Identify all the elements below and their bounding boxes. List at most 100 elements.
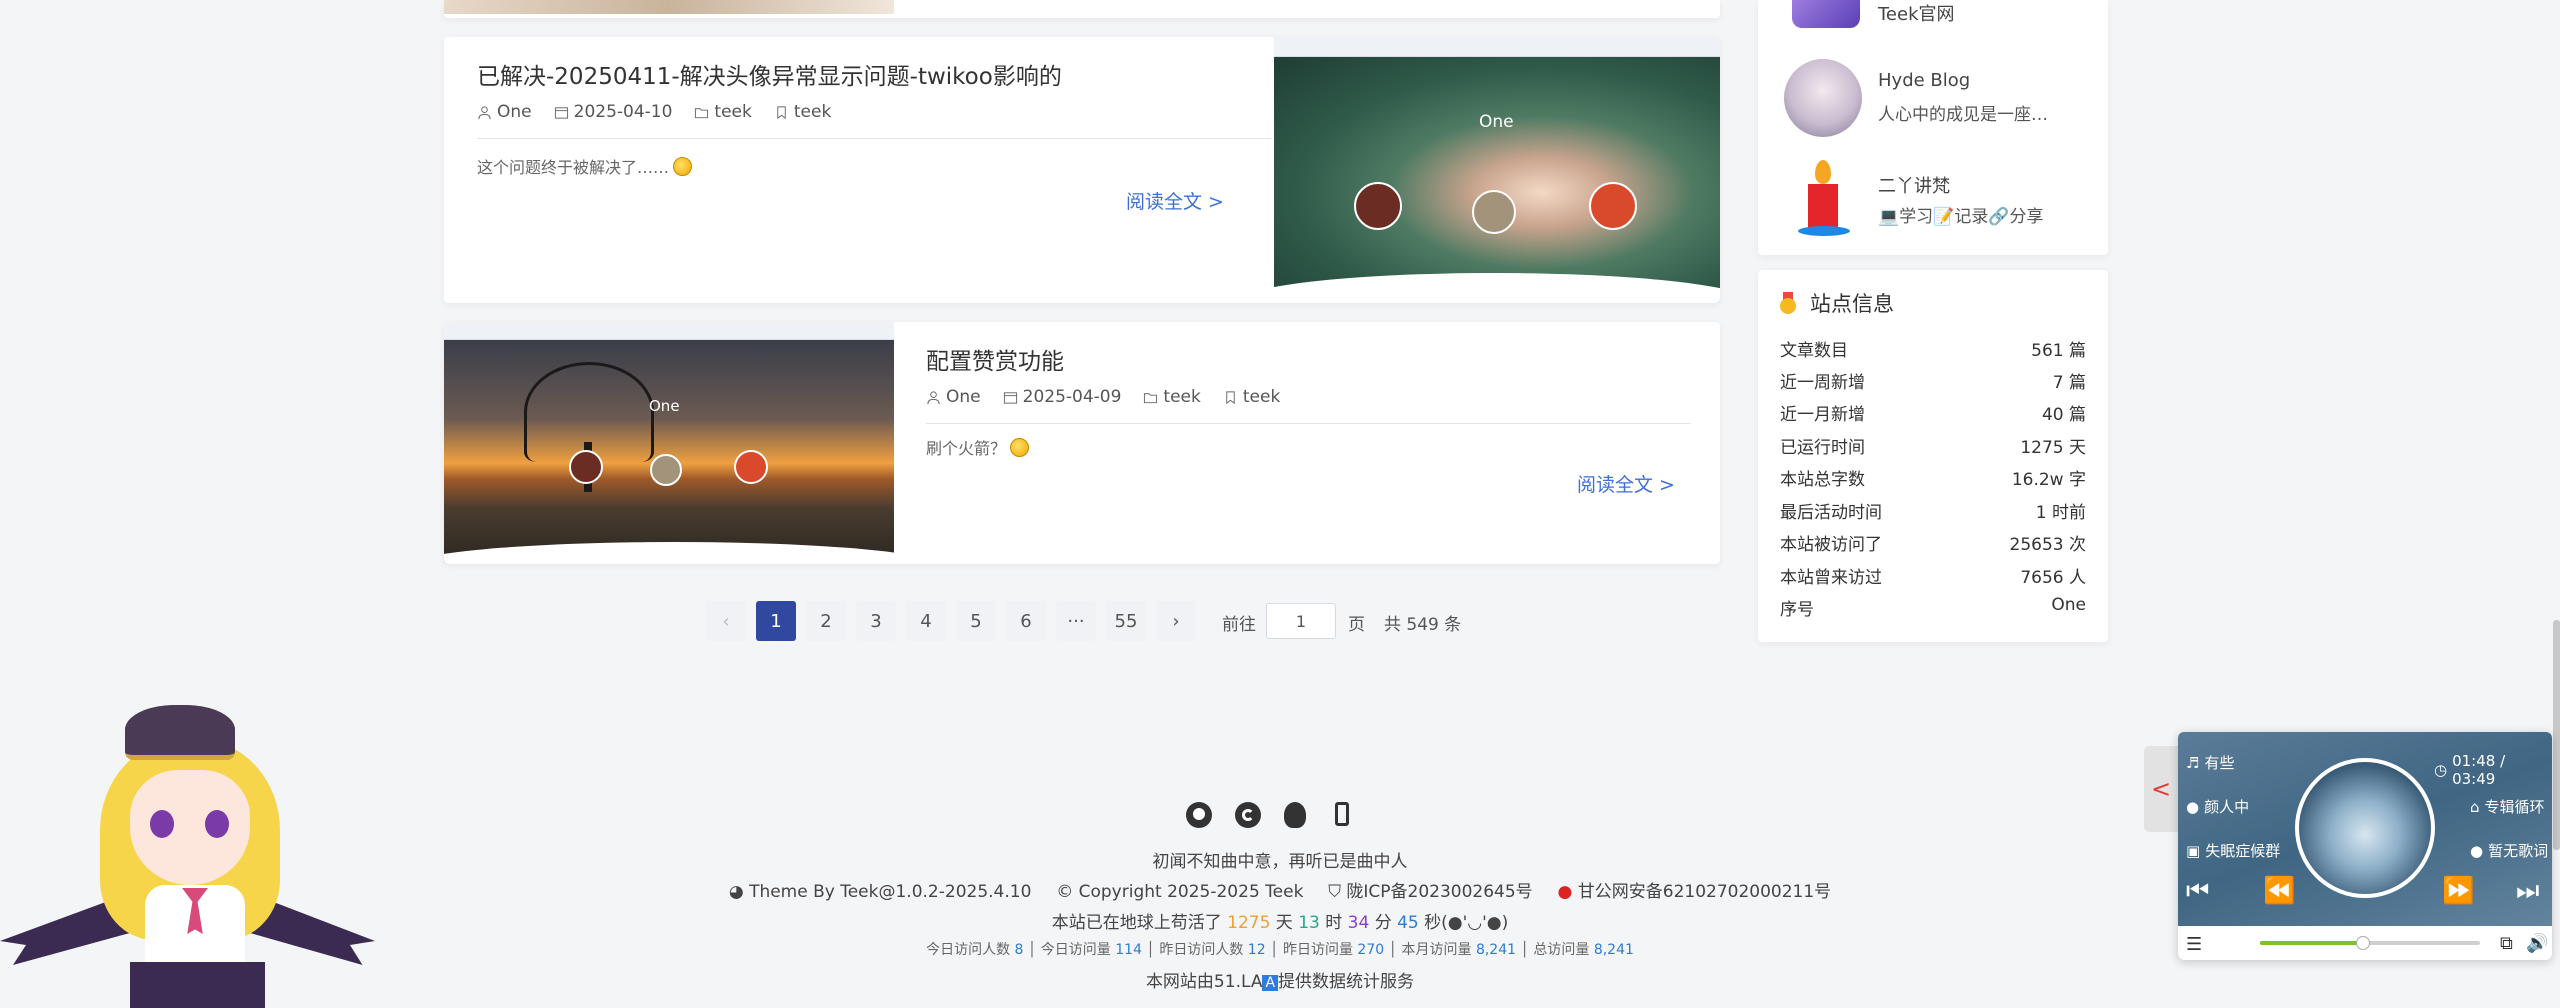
scrollbar-thumb[interactable] bbox=[2553, 620, 2560, 850]
play-mode-button[interactable]: ⌂ 专辑循环 bbox=[2470, 796, 2545, 817]
friend-name[interactable]: Hyde Blog bbox=[1878, 70, 1970, 91]
friend-avatar[interactable] bbox=[1784, 59, 1862, 137]
thumbnail-title: One bbox=[649, 397, 680, 415]
thumbnail-avatar bbox=[650, 454, 682, 486]
site-info-title: 站点信息 bbox=[1810, 292, 1894, 316]
site-info-row: 本站总字数 16.2w 字 bbox=[1780, 470, 2086, 490]
skip-back-button[interactable]: ⏮ bbox=[2186, 876, 2209, 907]
copyright-icon: © bbox=[1056, 882, 1074, 902]
friend-name[interactable]: Teek官网 bbox=[1878, 0, 1955, 26]
candle-body bbox=[1808, 184, 1838, 228]
user-icon bbox=[927, 390, 940, 404]
stat: 今日访问人数 8 bbox=[926, 942, 1024, 958]
rewind-button[interactable]: ⏪ bbox=[2263, 876, 2295, 906]
progress-knob[interactable] bbox=[2356, 936, 2371, 950]
candle-base bbox=[1798, 226, 1850, 236]
mascot-character[interactable] bbox=[0, 700, 380, 1008]
page-button[interactable]: 3 bbox=[856, 601, 896, 641]
footer-stats-provider: 本网站由51.LA A 提供数据统计服务 bbox=[0, 967, 2560, 992]
candle-avatar[interactable] bbox=[1798, 160, 1850, 240]
more-pages-button[interactable]: ··· bbox=[1056, 601, 1096, 641]
site-info-row: 已运行时间 1275 天 bbox=[1780, 438, 2086, 458]
site-info-row: 近一月新增 40 篇 bbox=[1780, 405, 2086, 425]
page-button[interactable]: 55 bbox=[1106, 601, 1146, 641]
post-author[interactable]: One bbox=[926, 387, 981, 407]
page-button[interactable]: 1 bbox=[756, 601, 796, 641]
stat: 本月访问量 8,241 bbox=[1401, 942, 1517, 958]
album-cover[interactable] bbox=[2295, 758, 2435, 898]
post-category[interactable]: teek bbox=[1143, 387, 1201, 407]
read-more-link[interactable]: 阅读全文 > bbox=[1577, 470, 1675, 497]
gitee-icon[interactable] bbox=[1235, 802, 1261, 828]
candle-flame-icon bbox=[1815, 160, 1831, 184]
runtime-days-unit: 天 bbox=[1275, 913, 1293, 933]
post-tag[interactable]: teek bbox=[774, 102, 831, 122]
page-button[interactable]: 5 bbox=[956, 601, 996, 641]
runtime-minutes-unit: 分 bbox=[1374, 913, 1392, 933]
stat: 今日访问量 114 bbox=[1040, 942, 1142, 958]
next-page-button[interactable]: › bbox=[1156, 601, 1196, 641]
folder-icon bbox=[1144, 392, 1158, 403]
friend-name[interactable]: 二丫讲梵 bbox=[1878, 172, 1950, 198]
prev-page-button[interactable]: ‹ bbox=[706, 601, 746, 641]
lyrics-button[interactable]: ● 暂无歌词 bbox=[2470, 840, 2548, 861]
page-button[interactable]: 6 bbox=[1006, 601, 1046, 641]
site-info-row: 近一周新增 7 篇 bbox=[1780, 373, 2086, 393]
post-card: One 配置赞赏功能 One 2025-04-09 teek teek 刷个火箭… bbox=[444, 322, 1720, 564]
runtime-seconds: 45 bbox=[1397, 913, 1419, 933]
album-icon: ▣ bbox=[2186, 841, 2201, 860]
thumbnail-browser-bar bbox=[1274, 37, 1720, 57]
post-card: 已解决-20250411-解决头像异常显示问题-twikoo影响的 One 20… bbox=[444, 37, 1720, 303]
fast-forward-button[interactable]: ⏩ bbox=[2442, 876, 2474, 906]
phone-icon[interactable] bbox=[1335, 802, 1349, 826]
police-link[interactable]: 甘公网安备62102702000211号 bbox=[1578, 882, 1831, 902]
post-category[interactable]: teek bbox=[694, 102, 752, 122]
post-title[interactable]: 配置赞赏功能 bbox=[926, 342, 1064, 376]
mascot-face bbox=[130, 770, 250, 885]
icp-link[interactable]: 陇ICP备2023002645号 bbox=[1346, 882, 1532, 902]
friend-avatar[interactable] bbox=[1792, 0, 1860, 28]
read-more-link[interactable]: 阅读全文 > bbox=[1126, 187, 1224, 214]
clock-icon: ◷ bbox=[2434, 761, 2448, 779]
la-badge-icon[interactable]: A bbox=[1262, 975, 1279, 991]
post-title[interactable]: 已解决-20250411-解决头像异常显示问题-twikoo影响的 bbox=[477, 57, 1062, 91]
goto-page-input[interactable] bbox=[1266, 603, 1336, 639]
post-excerpt: 刷个火箭？ bbox=[926, 435, 1030, 459]
footer-visit-stats: 今日访问人数 8 │ 今日访问量 114 │ 昨日访问人数 12 │ 昨日访问量… bbox=[926, 942, 1634, 958]
post-meta: One 2025-04-09 teek teek bbox=[926, 387, 1280, 407]
mascot-dress bbox=[130, 962, 265, 1008]
mascot-hat bbox=[125, 705, 235, 760]
footer-motto: 初闻不知曲中意，再听已是曲中人 bbox=[1152, 852, 1408, 872]
lyrics-toggle-icon[interactable]: ⧉ bbox=[2500, 933, 2513, 954]
page-button[interactable]: 4 bbox=[906, 601, 946, 641]
post-date: 2025-04-09 bbox=[1003, 387, 1121, 407]
post-author[interactable]: One bbox=[477, 102, 532, 122]
runtime-days: 1275 bbox=[1227, 913, 1271, 933]
theme-link[interactable]: Theme By Teek@1.0.2-2025.4.10 bbox=[749, 882, 1031, 902]
post-thumbnail[interactable]: One bbox=[444, 322, 894, 564]
player-toggle-button[interactable]: < bbox=[2144, 746, 2178, 832]
copyright-text: Copyright 2025-2025 Teek bbox=[1078, 882, 1304, 902]
calendar-icon bbox=[554, 106, 568, 119]
folder-icon bbox=[695, 107, 709, 118]
skip-forward-button[interactable]: ⏭ bbox=[2516, 876, 2539, 907]
site-info-row: 序号 One bbox=[1780, 595, 2086, 620]
post-thumbnail-partial bbox=[444, 0, 894, 14]
album-name: ▣ 失眠症候群 bbox=[2186, 841, 2281, 861]
palette-icon: ◕ bbox=[728, 882, 744, 902]
music-note-icon: ♬ bbox=[2186, 753, 2200, 772]
volume-icon[interactable]: 🔊 bbox=[2526, 933, 2548, 954]
github-icon[interactable] bbox=[1186, 802, 1212, 828]
friend-desc: 人心中的成见是一座… bbox=[1878, 105, 2048, 125]
laughing-emoji-icon bbox=[673, 156, 693, 176]
qq-icon[interactable] bbox=[1284, 802, 1306, 828]
page-button[interactable]: 2 bbox=[806, 601, 846, 641]
post-thumbnail[interactable]: One bbox=[1274, 37, 1720, 303]
progress-track[interactable] bbox=[2260, 936, 2480, 950]
playlist-icon[interactable]: ☰ bbox=[2186, 934, 2202, 955]
site-info-row: 文章数目 561 篇 bbox=[1780, 341, 2086, 361]
post-card-partial bbox=[444, 0, 1720, 18]
stat: 昨日访问人数 12 bbox=[1159, 942, 1266, 958]
runtime-hours: 13 bbox=[1298, 913, 1320, 933]
post-tag[interactable]: teek bbox=[1223, 387, 1280, 407]
